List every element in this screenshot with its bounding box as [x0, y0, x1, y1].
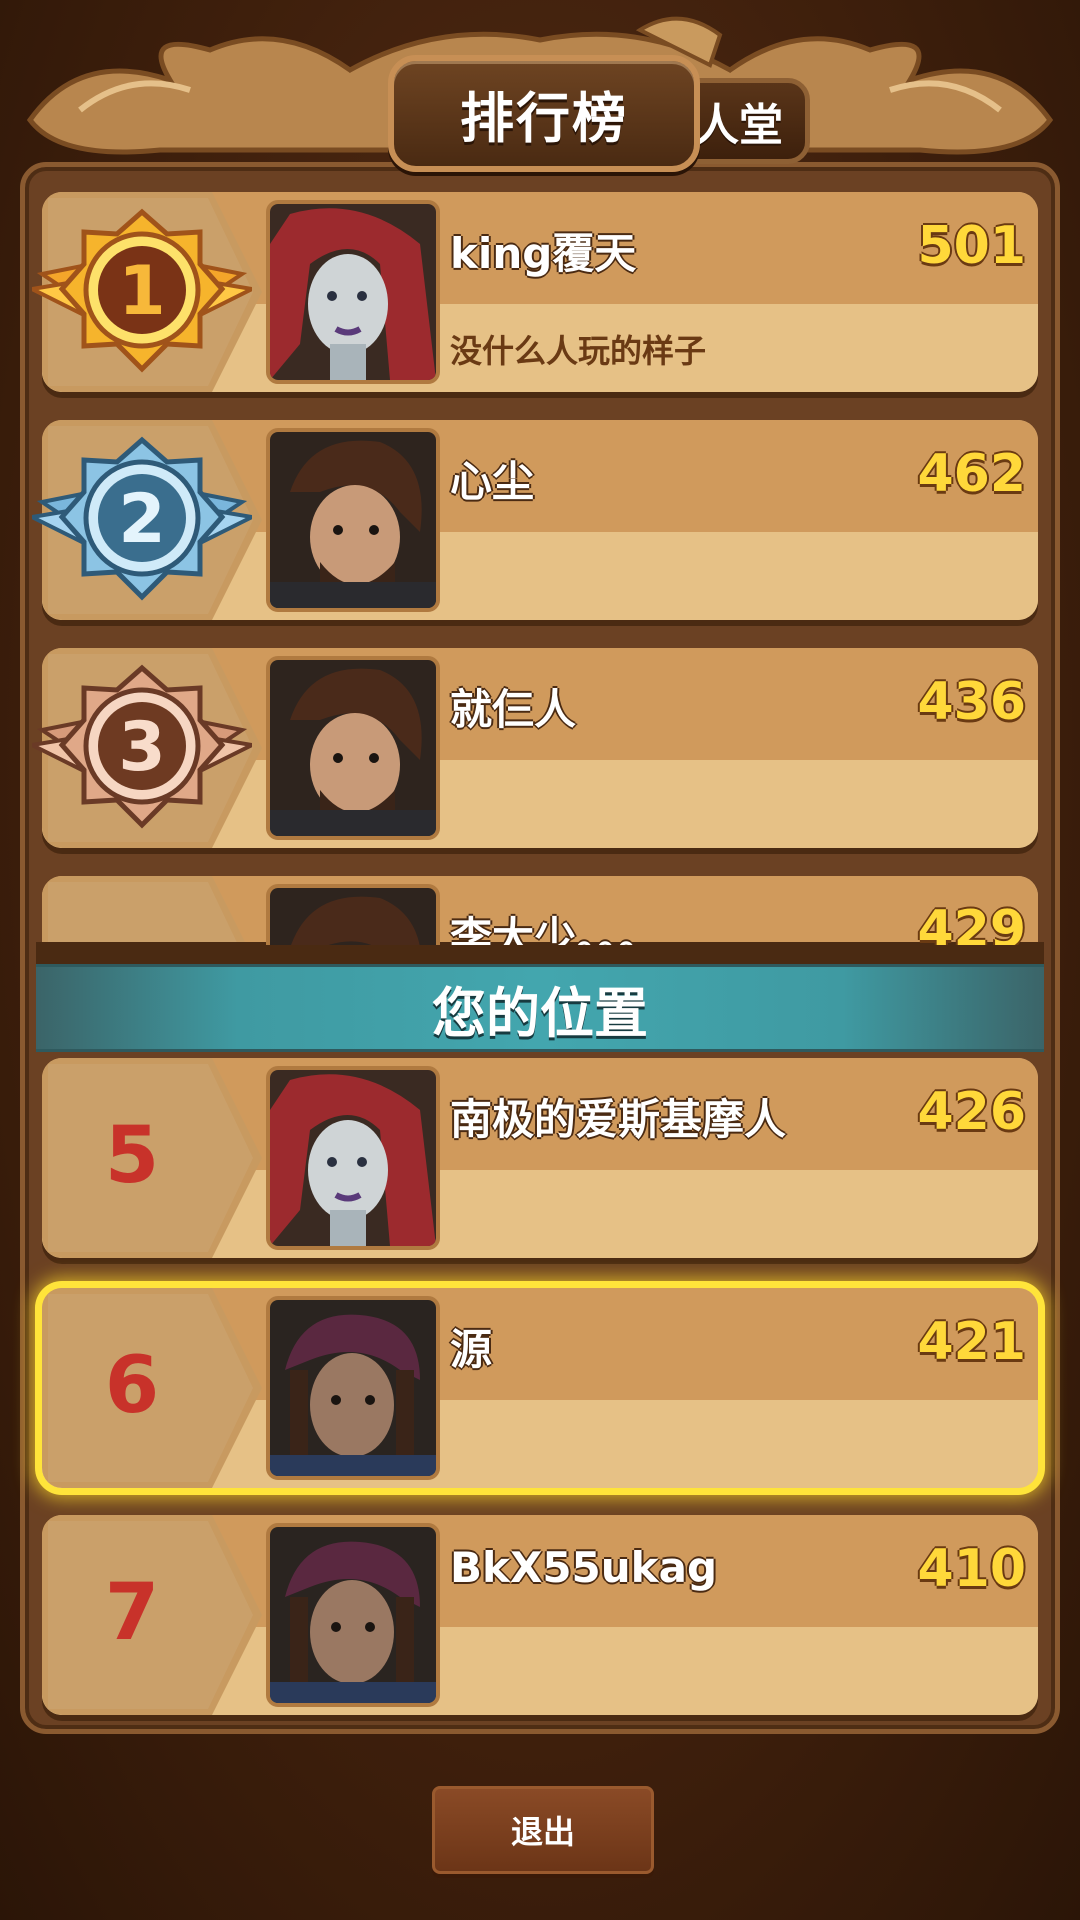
player-name: 就仨人 [450, 685, 577, 734]
your-position-banner: 您的位置 [36, 964, 1044, 1052]
rank-number: 7 [104, 1568, 160, 1658]
player-name: king覆天 [450, 229, 637, 278]
leaderboard-row-2[interactable]: 2 心尘 462 [32, 420, 1038, 620]
player-name: 源 [450, 1325, 493, 1374]
leaderboard-row-5[interactable]: 5 南极的爱斯基摩人 426 [42, 1058, 1038, 1258]
player-score: 410 [917, 1539, 1026, 1599]
exit-button[interactable]: 退出 [432, 1786, 654, 1874]
player-name: 李大少。。。 [450, 913, 661, 945]
player-score: 501 [917, 216, 1026, 276]
player-score: 436 [917, 672, 1026, 732]
rank-number: 6 [104, 1341, 160, 1431]
player-score: 421 [917, 1312, 1026, 1372]
rank-3-text: 3 [118, 708, 165, 787]
leaderboard-clip: 李大少。。。 429 [20, 870, 1060, 945]
bronze-medal-icon: 3 [32, 664, 252, 829]
player-score: 426 [917, 1082, 1026, 1142]
your-position-label: 您的位置 [432, 981, 648, 1045]
avatar[interactable] [266, 884, 440, 945]
rank-2-text: 2 [118, 480, 165, 559]
rank-1-text: 1 [118, 252, 165, 331]
leaderboard-row-3[interactable]: 3 就仨人 436 [32, 648, 1038, 848]
silver-medal-icon: 2 [32, 436, 252, 601]
tab-leaderboard[interactable]: 排行榜 [388, 55, 700, 172]
player-score: 462 [917, 444, 1026, 504]
page-title: 排行榜 [460, 87, 628, 150]
player-motto: 没什么人玩的样子 [450, 332, 707, 370]
player-name: 南极的爱斯基摩人 [450, 1095, 787, 1144]
gold-medal-icon: 1 [32, 208, 252, 373]
avatar[interactable] [266, 428, 440, 612]
avatar[interactable] [266, 656, 440, 840]
tab-hall-of-fame-label: 人堂 [695, 100, 783, 151]
player-name: BkX55ukag [450, 1543, 718, 1592]
player-score: 429 [917, 900, 1026, 945]
avatar[interactable] [266, 1066, 440, 1250]
leaderboard-row-4[interactable]: 李大少。。。 429 [42, 876, 1038, 945]
avatar[interactable] [266, 200, 440, 384]
leaderboard-row-7[interactable]: 7 BkX55ukag 410 [42, 1515, 1038, 1715]
player-name: 心尘 [450, 457, 535, 506]
avatar[interactable] [266, 1296, 440, 1480]
leaderboard-row-1[interactable]: 1 king覆天 501 没什么人玩的样子 [32, 192, 1038, 392]
rank-number: 5 [104, 1111, 160, 1201]
avatar[interactable] [266, 1523, 440, 1707]
leaderboard-row-6-current-player[interactable]: 6 源 421 [42, 1288, 1038, 1488]
exit-button-label: 退出 [510, 1813, 575, 1851]
